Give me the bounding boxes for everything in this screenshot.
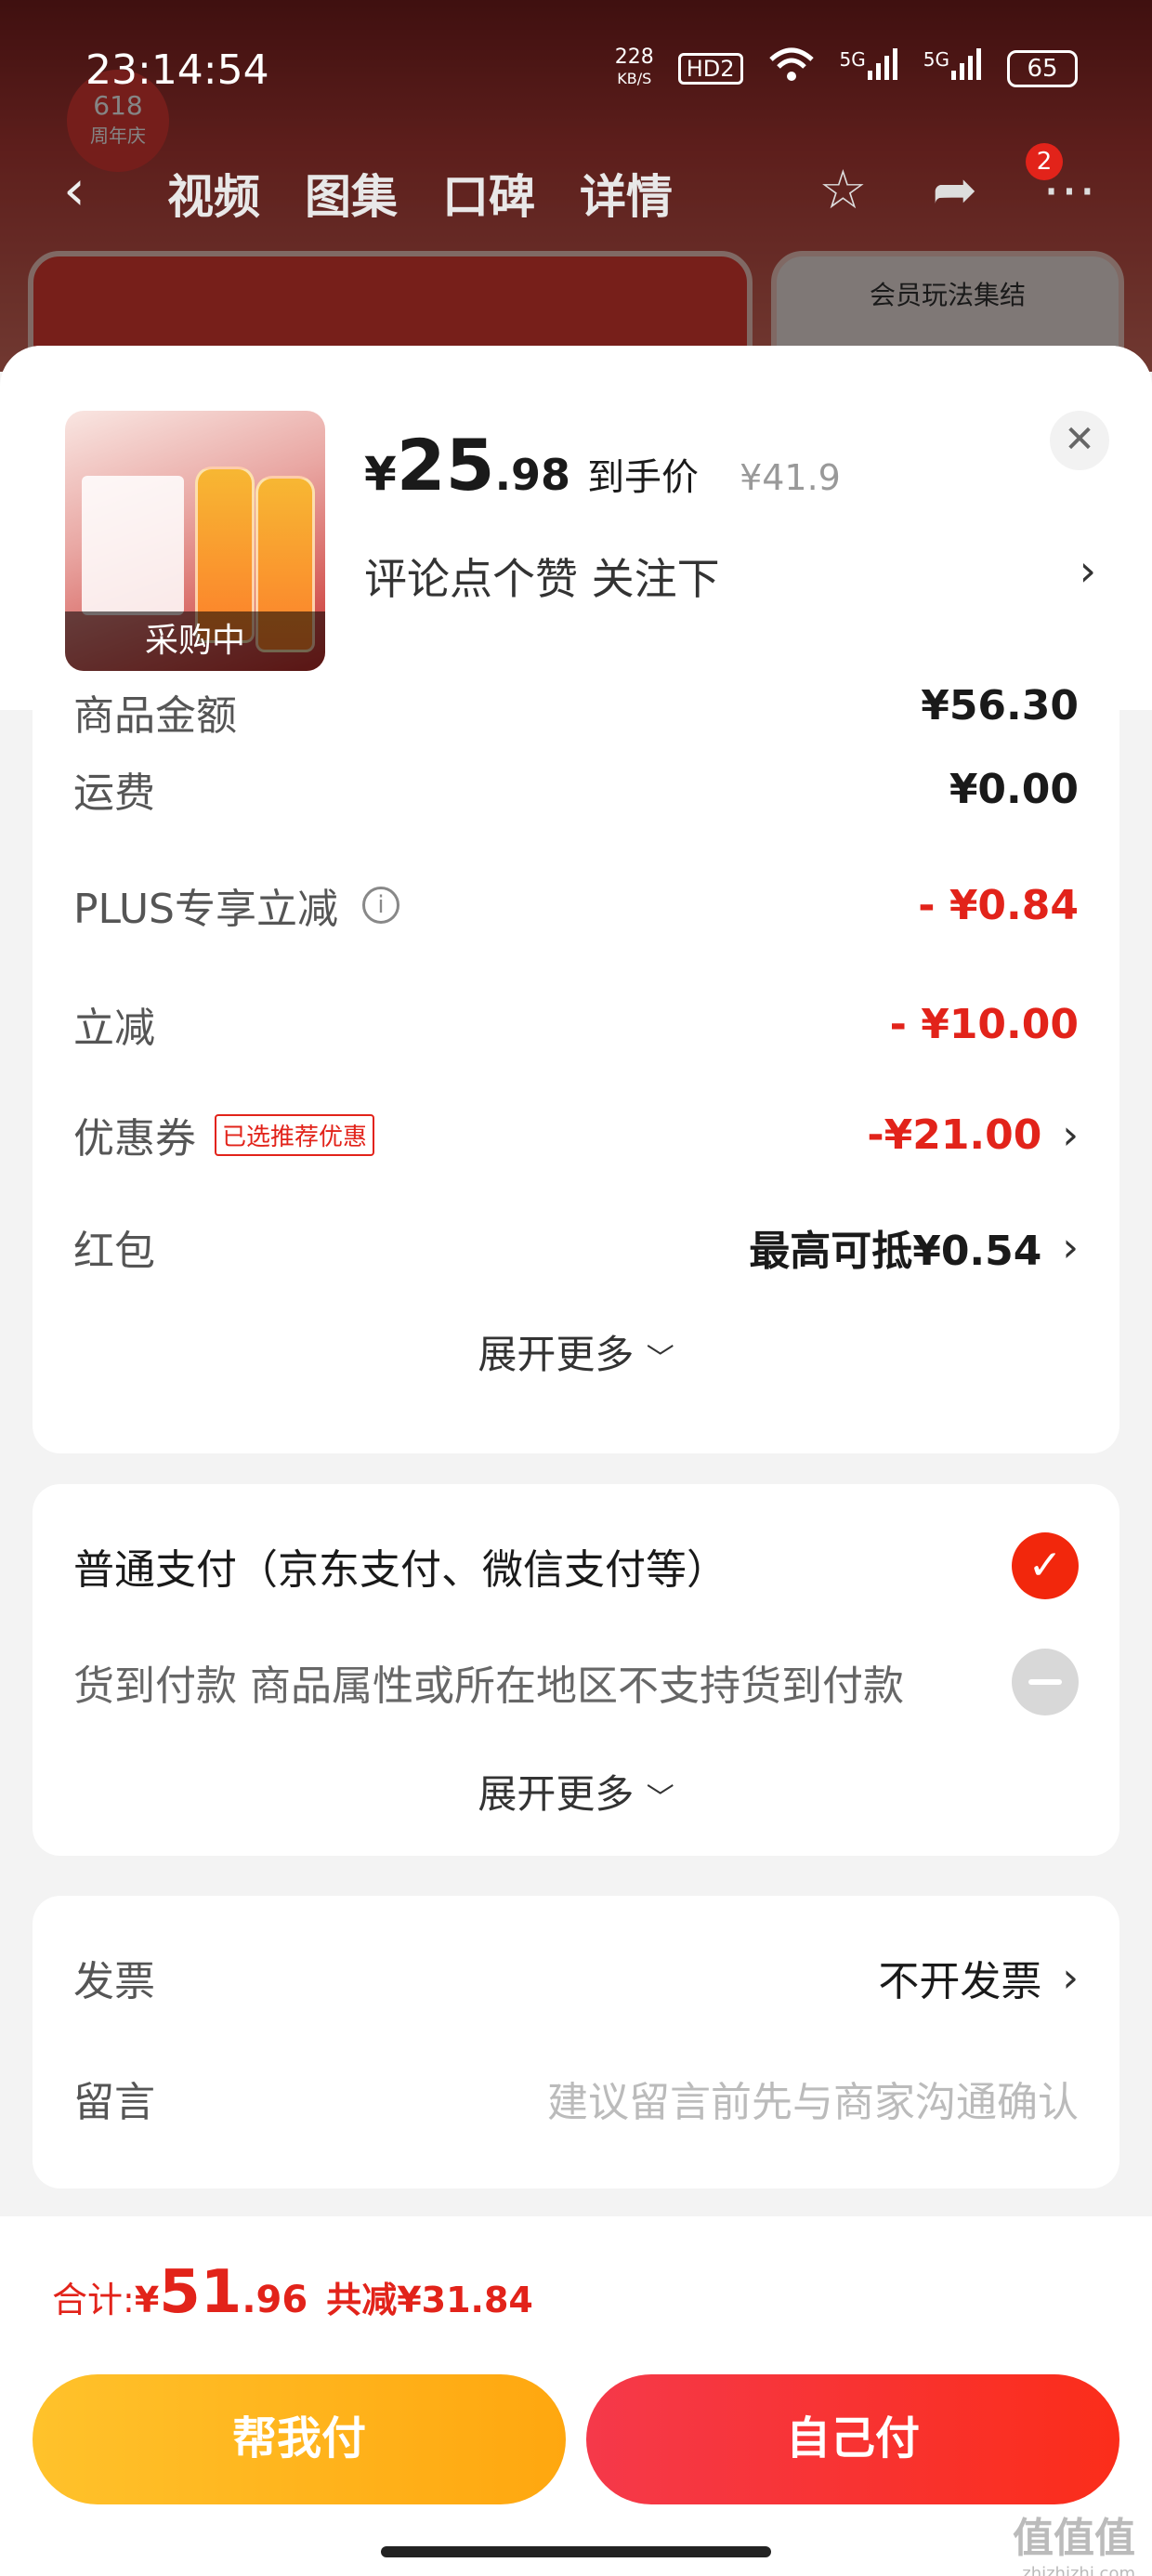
watermark: 值值值 zhizhizhi.com xyxy=(1013,2504,1135,2576)
product-header: 采购中 ¥ 25 .98 到手价 ¥41.9 ✕ 评论点个赞 关注下 › xyxy=(0,346,1152,710)
coupon-row[interactable]: 优惠券 已选推荐优惠 -¥21.00 › xyxy=(73,1097,1079,1172)
row-value: ¥56.30 xyxy=(921,682,1079,729)
order-total: 合计: ¥ 51 .96 共减¥31.84 xyxy=(52,2258,533,2327)
chevron-down-icon: ﹀ xyxy=(646,1343,674,1375)
total-decimal: .96 xyxy=(242,2279,308,2321)
info-icon[interactable]: i xyxy=(362,887,399,924)
payment-option-normal[interactable]: 普通支付（京东支付、微信支付等） ✓ xyxy=(73,1529,1079,1603)
action-bar: 帮我付 自己付 值值值 zhizhizhi.com xyxy=(0,2356,1152,2576)
price-label: 到手价 xyxy=(587,456,700,499)
price-integer: 25 xyxy=(396,424,495,506)
price-currency: ¥ xyxy=(364,447,397,501)
tab-video[interactable]: 视频 xyxy=(167,160,260,227)
pay-for-me-button[interactable]: 帮我付 xyxy=(33,2374,566,2504)
status-icons: 228 KB/S HD2 5G 5G 65 xyxy=(615,46,1078,90)
row-value: -¥21.00 xyxy=(867,1111,1042,1159)
invoice-note-card: 发票 不开发票 › 留言 建议留言前先与商家沟通确认 xyxy=(33,1896,1119,2188)
watermark-text: 值值值 xyxy=(1013,2515,1135,2562)
wifi-icon xyxy=(767,46,816,90)
row-label: 红包 xyxy=(73,1228,155,1275)
net-speed: 228 KB/S xyxy=(614,46,654,88)
row-value: - ¥0.84 xyxy=(918,881,1079,929)
expand-more-button[interactable]: 展开更多 ﹀ xyxy=(33,1763,1119,1820)
home-indicator[interactable] xyxy=(381,2546,771,2557)
row-label: 商品金额 xyxy=(73,692,237,740)
battery-icon: 65 xyxy=(1007,49,1078,87)
tab-gallery[interactable]: 图集 xyxy=(305,160,398,227)
row-label: PLUS专享立减 xyxy=(73,886,338,933)
status-time: 23:14:54 xyxy=(85,46,269,94)
star-icon[interactable]: ☆ xyxy=(818,158,867,221)
row-label: 留言 xyxy=(73,2079,155,2126)
hd-icon: HD2 xyxy=(677,52,743,85)
row-value: ¥0.00 xyxy=(949,765,1079,813)
chevron-right-icon: › xyxy=(1062,1111,1079,1159)
amount-breakdown-card: 商品金额 ¥56.30 运费 ¥0.00 PLUS专享立减 i - ¥0.84 … xyxy=(33,682,1119,1453)
instant-discount-row: 立减 - ¥10.00 xyxy=(73,987,1079,1061)
chevron-down-icon: ﹀ xyxy=(646,1782,674,1815)
plus-discount-row: PLUS专享立减 i - ¥0.84 xyxy=(73,868,1079,942)
pay-myself-button[interactable]: 自己付 xyxy=(586,2374,1119,2504)
back-icon[interactable]: ‹ xyxy=(63,158,85,223)
recommended-tag: 已选推荐优惠 xyxy=(215,1113,375,1156)
payment-option-label: 货到付款 商品属性或所在地区不支持货到付款 xyxy=(73,1663,904,1710)
background-nav: ‹ 视频 图集 口碑 详情 ☆ ➦ ⋯ 2 xyxy=(0,143,1152,232)
price-decimal: .98 xyxy=(494,450,571,500)
row-label: 优惠券 xyxy=(73,1115,196,1163)
row-label: 发票 xyxy=(73,1958,155,2005)
row-label: 立减 xyxy=(73,1005,155,1052)
red-packet-row[interactable]: 红包 最高可抵¥0.54 › xyxy=(73,1210,1079,1284)
expand-more-button[interactable]: 展开更多 ﹀ xyxy=(33,1323,1119,1380)
checkmark-icon[interactable]: ✓ xyxy=(1012,1532,1079,1599)
product-spec[interactable]: 评论点个赞 关注下 xyxy=(364,545,720,607)
signal-icon-1: 5G xyxy=(840,48,899,88)
product-thumbnail[interactable]: 采购中 xyxy=(65,411,325,671)
expand-label: 展开更多 xyxy=(478,1771,635,1817)
note-input[interactable]: 建议留言前先与商家沟通确认 xyxy=(547,2069,1079,2128)
payment-option-cod: 货到付款 商品属性或所在地区不支持货到付款 xyxy=(73,1645,1079,1719)
invoice-value: 不开发票 xyxy=(878,1958,1042,2005)
watermark-url: zhizhizhi.com xyxy=(1022,2564,1135,2576)
total-saved: 共减¥31.84 xyxy=(326,2280,533,2320)
chevron-right-icon: › xyxy=(1062,1223,1079,1271)
total-currency: ¥ xyxy=(134,2280,160,2320)
thumbnail-status-tag: 采购中 xyxy=(65,611,325,671)
close-icon[interactable]: ✕ xyxy=(1050,411,1109,470)
tab-details[interactable]: 详情 xyxy=(580,160,673,227)
signal-icon-2: 5G xyxy=(923,48,983,88)
tab-reviews[interactable]: 口碑 xyxy=(442,160,535,227)
row-value: 最高可抵¥0.54 xyxy=(749,1228,1042,1275)
expand-label: 展开更多 xyxy=(478,1332,635,1377)
partially-hidden-row: 商品金额 ¥56.30 xyxy=(73,682,1079,740)
row-label: 运费 xyxy=(73,769,155,817)
total-integer: 51 xyxy=(159,2258,242,2327)
total-label: 合计: xyxy=(52,2280,135,2320)
payment-option-label: 普通支付（京东支付、微信支付等） xyxy=(73,1546,727,1594)
background-tabs: 视频 图集 口碑 详情 xyxy=(167,160,673,227)
invoice-row[interactable]: 发票 不开发票 › xyxy=(73,1940,1079,2015)
checkout-sheet: 采购中 ¥ 25 .98 到手价 ¥41.9 ✕ 评论点个赞 关注下 › 商品金… xyxy=(0,346,1152,2576)
shipping-row: 运费 ¥0.00 xyxy=(73,752,1079,826)
original-price: ¥41.9 xyxy=(740,457,841,498)
thumbnail-promo-panel xyxy=(82,476,184,615)
chevron-right-icon: › xyxy=(1062,1953,1079,2002)
final-price: ¥ 25 .98 到手价 ¥41.9 xyxy=(364,424,841,506)
chevron-right-icon[interactable]: › xyxy=(1080,545,1096,596)
total-bar: 合计: ¥ 51 .96 共减¥31.84 xyxy=(0,2216,1152,2356)
payment-method-card: 普通支付（京东支付、微信支付等） ✓ 货到付款 商品属性或所在地区不支持货到付款… xyxy=(33,1484,1119,1856)
notification-badge: 2 xyxy=(1026,143,1063,180)
share-icon[interactable]: ➦ xyxy=(932,158,977,221)
row-value: - ¥10.00 xyxy=(889,1000,1079,1048)
background-nav-icons: ☆ ➦ ⋯ 2 xyxy=(818,143,1096,221)
more-icon[interactable]: ⋯ 2 xyxy=(1026,143,1096,221)
note-row[interactable]: 留言 建议留言前先与商家沟通确认 xyxy=(73,2061,1079,2136)
disabled-icon xyxy=(1012,1649,1079,1715)
status-bar: 23:14:54 228 KB/S HD2 5G 5G 65 xyxy=(0,0,1152,139)
